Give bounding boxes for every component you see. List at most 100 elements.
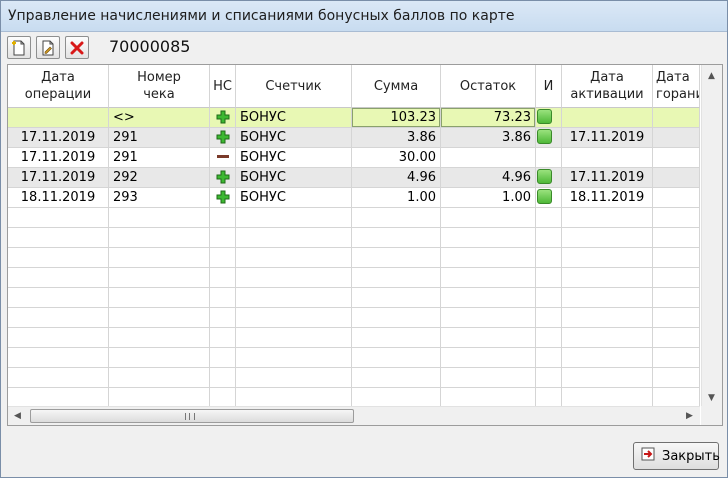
- check-cell: <>: [109, 108, 210, 128]
- active-indicator-icon: [537, 169, 552, 184]
- table-row[interactable]: 18.11.2019 293 БОНУС 1.00 1.00 18.11.2019: [8, 188, 700, 208]
- empty-row: [8, 388, 700, 407]
- active-indicator-icon: [537, 109, 552, 124]
- column-header[interactable]: Дата активации: [562, 65, 653, 108]
- grid-body: <> БОНУС 103.23 73.23 17.11.2019 291 БОНУС 3.86…: [8, 108, 700, 407]
- ns-cell: [210, 108, 236, 128]
- rest-cell: [441, 148, 536, 168]
- column-header[interactable]: Номер чека: [109, 65, 210, 108]
- operations-grid: Дата операции Номер чека НС Счетчик Сумма Ост…: [7, 64, 723, 426]
- horizontal-scroll-thumb[interactable]: [30, 409, 354, 423]
- empty-row: [8, 208, 700, 228]
- date-cell: 17.11.2019: [8, 148, 109, 168]
- burn-cell: [653, 188, 700, 208]
- indicator-cell: [536, 108, 562, 128]
- exit-door-icon: [640, 446, 656, 466]
- sum-cell: 3.86: [352, 128, 441, 148]
- rest-cell: 73.23: [441, 108, 536, 128]
- burn-cell: [653, 168, 700, 188]
- title-bar: Управление начислениями и списаниями бон…: [1, 1, 727, 32]
- column-header[interactable]: И: [536, 65, 562, 108]
- close-button[interactable]: Закрыть: [633, 442, 720, 470]
- summary-row[interactable]: <> БОНУС 103.23 73.23: [8, 108, 700, 128]
- date-cell: [8, 108, 109, 128]
- add-document-icon: [11, 40, 27, 56]
- burn-cell: [653, 108, 700, 128]
- counter-cell: БОНУС: [236, 148, 352, 168]
- ns-cell: [210, 168, 236, 188]
- minus-icon: [216, 153, 230, 167]
- card-number: 70000085: [109, 37, 191, 56]
- sum-cell: 4.96: [352, 168, 441, 188]
- counter-cell: БОНУС: [236, 188, 352, 208]
- check-cell: 293: [109, 188, 210, 208]
- indicator-cell: [536, 148, 562, 168]
- ns-cell: [210, 148, 236, 168]
- sum-cell: 30.00: [352, 148, 441, 168]
- empty-row: [8, 348, 700, 368]
- empty-row: [8, 288, 700, 308]
- column-header[interactable]: Дата горани: [653, 65, 700, 108]
- act-date-cell: 17.11.2019: [562, 168, 653, 188]
- footer: Закрыть: [1, 433, 727, 477]
- plus-icon: [216, 170, 230, 187]
- delete-x-icon: [70, 41, 84, 55]
- rest-cell: 3.86: [441, 128, 536, 148]
- plus-icon: [216, 110, 230, 127]
- plus-icon: [216, 190, 230, 207]
- scroll-right-arrow-icon[interactable]: ▶: [686, 411, 693, 421]
- date-cell: 18.11.2019: [8, 188, 109, 208]
- rest-cell: 1.00: [441, 188, 536, 208]
- act-date-cell: [562, 108, 653, 128]
- empty-row: [8, 268, 700, 288]
- scroll-up-arrow-icon[interactable]: ▲: [708, 71, 715, 81]
- date-cell: 17.11.2019: [8, 168, 109, 188]
- table-row[interactable]: 17.11.2019 292 БОНУС 4.96 4.96 17.11.2019: [8, 168, 700, 188]
- toolbar: 70000085: [7, 36, 707, 60]
- vertical-scrollbar[interactable]: ▲ ▼: [701, 65, 722, 407]
- indicator-cell: [536, 168, 562, 188]
- empty-row: [8, 308, 700, 328]
- table-row[interactable]: 17.11.2019 291 БОНУС 3.86 3.86 17.11.2019: [8, 128, 700, 148]
- column-header[interactable]: НС: [210, 65, 236, 108]
- burn-cell: [653, 128, 700, 148]
- grid-header: Дата операции Номер чека НС Счетчик Сумма Ост…: [8, 65, 700, 108]
- add-button[interactable]: [7, 36, 31, 59]
- horizontal-scrollbar[interactable]: ◀ ▶: [8, 406, 700, 425]
- ns-cell: [210, 188, 236, 208]
- active-indicator-icon: [537, 129, 552, 144]
- sum-cell: 1.00: [352, 188, 441, 208]
- empty-row: [8, 248, 700, 268]
- column-header[interactable]: Счетчик: [236, 65, 352, 108]
- column-header[interactable]: Сумма: [352, 65, 441, 108]
- active-indicator-icon: [537, 189, 552, 204]
- act-date-cell: 18.11.2019: [562, 188, 653, 208]
- column-header[interactable]: Дата операции: [8, 65, 109, 108]
- act-date-cell: [562, 148, 653, 168]
- table-row[interactable]: 17.11.2019 291 БОНУС 30.00: [8, 148, 700, 168]
- scroll-down-arrow-icon[interactable]: ▼: [708, 393, 715, 403]
- indicator-cell: [536, 188, 562, 208]
- counter-cell: БОНУС: [236, 128, 352, 148]
- check-cell: 292: [109, 168, 210, 188]
- act-date-cell: 17.11.2019: [562, 128, 653, 148]
- burn-cell: [653, 148, 700, 168]
- scroll-left-arrow-icon[interactable]: ◀: [14, 411, 21, 421]
- edit-button[interactable]: [36, 36, 60, 59]
- window-title: Управление начислениями и списаниями бон…: [8, 8, 515, 24]
- counter-cell: БОНУС: [236, 168, 352, 188]
- date-cell: 17.11.2019: [8, 128, 109, 148]
- plus-icon: [216, 130, 230, 147]
- rest-cell: 4.96: [441, 168, 536, 188]
- empty-row: [8, 368, 700, 388]
- empty-row: [8, 328, 700, 348]
- empty-row: [8, 228, 700, 248]
- close-button-label: Закрыть: [662, 448, 720, 464]
- sum-cell: 103.23: [352, 108, 441, 128]
- indicator-cell: [536, 128, 562, 148]
- column-header[interactable]: Остаток: [441, 65, 536, 108]
- ns-cell: [210, 128, 236, 148]
- check-cell: 291: [109, 148, 210, 168]
- delete-button[interactable]: [65, 36, 89, 59]
- check-cell: 291: [109, 128, 210, 148]
